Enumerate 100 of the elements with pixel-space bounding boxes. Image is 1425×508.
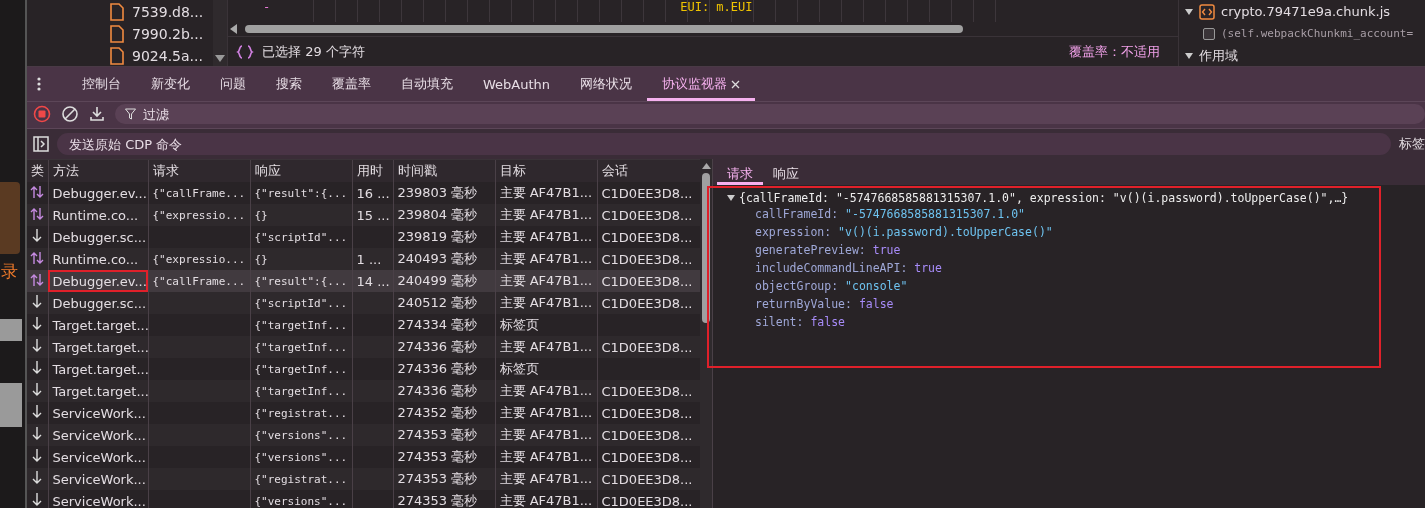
table-cell: 240512 毫秒 — [393, 292, 495, 314]
scroll-down-icon[interactable] — [215, 55, 225, 62]
table-cell: 主要 AF47B1... — [495, 248, 597, 270]
table-cell: 274353 毫秒 — [393, 468, 495, 490]
code-text: EUI: m.EUI — [680, 0, 753, 16]
table-cell: C1D0EE3D8... — [597, 468, 700, 490]
table-cell: {"registrat... — [250, 468, 352, 490]
scrollbar-thumb[interactable] — [702, 173, 710, 323]
file-icon — [110, 47, 124, 65]
scroll-left-icon[interactable] — [230, 24, 237, 34]
table-cell[interactable]: Debugger.ev... — [48, 270, 148, 292]
sidebar-panel — [0, 383, 22, 427]
close-icon[interactable] — [731, 79, 741, 89]
object-summary[interactable]: {callFrameId: "-5747668585881315307.1.0", expression: "v()(i.password).toUpperCase()",…} — [739, 191, 1349, 205]
sidebar-panel — [0, 182, 20, 254]
panel-tab[interactable]: 搜索 — [261, 67, 317, 101]
expanded-arrow-icon[interactable] — [1185, 7, 1193, 16]
section-header[interactable]: 作用域 — [1199, 46, 1238, 65]
table-cell: 主要 AF47B1... — [495, 468, 597, 490]
panel-tab[interactable]: WebAuthn — [468, 67, 566, 101]
table-cell: {"result":{... — [250, 270, 352, 292]
column-header[interactable]: 方法 — [48, 160, 148, 182]
file-name[interactable]: 7990.2b... — [132, 26, 204, 42]
table-cell[interactable]: ServiceWork... — [48, 490, 148, 508]
table-cell: {"expressio... — [148, 248, 250, 270]
file-name[interactable]: crypto.79471e9a.chunk.js — [1221, 4, 1391, 19]
expanded-arrow-icon[interactable] — [727, 194, 735, 202]
table-cell: 274353 毫秒 — [393, 424, 495, 446]
braces-icon[interactable] — [236, 43, 254, 60]
table-cell[interactable]: Debugger.sc... — [48, 292, 148, 314]
file-icon — [110, 25, 124, 43]
column-header[interactable]: 类 — [27, 160, 48, 182]
table-cell: 主要 AF47B1... — [495, 204, 597, 226]
column-header[interactable]: 会话 — [597, 160, 700, 182]
object-property: silent: false — [754, 315, 847, 331]
table-cell[interactable]: ServiceWork... — [48, 424, 148, 446]
code-text: - — [263, 0, 271, 16]
file-icon — [110, 3, 124, 21]
column-header[interactable]: 目标 — [495, 160, 597, 182]
detail-tab[interactable]: 响应 — [763, 159, 809, 185]
object-property: includeCommandLineAPI: true — [754, 261, 943, 277]
filter-icon — [125, 108, 136, 120]
table-cell: 240493 毫秒 — [393, 248, 495, 270]
stop-recording-icon[interactable] — [33, 105, 51, 123]
send-receive-icon — [30, 184, 45, 199]
table-cell: {} — [250, 204, 352, 226]
scrollbar-thumb[interactable] — [245, 25, 963, 33]
table-cell[interactable]: Runtime.co... — [48, 248, 148, 270]
table-cell: {"versions"... — [250, 424, 352, 446]
panel-tab[interactable]: 网络状况 — [565, 67, 648, 101]
column-header[interactable]: 请求 — [148, 160, 250, 182]
column-header[interactable]: 响应 — [250, 160, 352, 182]
checkbox[interactable] — [1203, 27, 1215, 40]
script-file-icon — [1199, 3, 1215, 20]
table-cell: 主要 AF47B1... — [495, 490, 597, 508]
column-header[interactable]: 用时 — [352, 160, 393, 182]
table-cell: 14 ... — [352, 270, 393, 292]
table-cell[interactable]: Runtime.co... — [48, 204, 148, 226]
table-cell: 主要 AF47B1... — [495, 292, 597, 314]
table-cell[interactable]: ServiceWork... — [48, 468, 148, 490]
table-cell: C1D0EE3D8... — [597, 248, 700, 270]
table-cell: C1D0EE3D8... — [597, 270, 700, 292]
table-cell: 主要 AF47B1... — [495, 270, 597, 292]
table-cell: C1D0EE3D8... — [597, 424, 700, 446]
object-property: callFrameId: "-5747668585881315307.1.0" — [754, 207, 1027, 223]
expanded-arrow-icon[interactable] — [1185, 51, 1193, 60]
download-icon[interactable] — [89, 106, 105, 122]
table-cell: 274336 毫秒 — [393, 380, 495, 402]
table-cell: {"versions"... — [250, 490, 352, 508]
command-field[interactable]: 发送原始 CDP 命令 — [57, 133, 1391, 155]
panel-tab[interactable]: 问题 — [205, 67, 261, 101]
panel-tab[interactable]: 控制台 — [67, 67, 136, 101]
sidebar-panel — [0, 319, 22, 341]
scroll-up-icon[interactable] — [701, 163, 711, 169]
filter-field[interactable]: 过滤 — [115, 104, 1425, 124]
table-cell: 15 ... — [352, 204, 393, 226]
sidebar-label: 录 — [0, 260, 19, 283]
table-cell: {"targetInf... — [250, 380, 352, 402]
selection-status: 已选择 29 个字符 — [262, 42, 366, 61]
table-cell: 1 ... — [352, 248, 393, 270]
table-cell[interactable]: Target.target... — [48, 380, 148, 402]
clear-icon[interactable] — [61, 105, 79, 123]
breakpoint-code: (self.webpackChunkmi_account= — [1221, 27, 1414, 40]
sidebar-toggle-icon[interactable] — [33, 136, 49, 152]
file-name[interactable]: 7539.d8... — [132, 4, 204, 20]
table-cell: C1D0EE3D8... — [597, 336, 700, 358]
object-property: returnByValue: false — [754, 297, 895, 313]
table-cell: {"expressio... — [148, 204, 250, 226]
detail-tab[interactable]: 请求 — [717, 159, 763, 185]
table-cell[interactable]: Target.target... — [48, 336, 148, 358]
table-cell: {} — [250, 248, 352, 270]
file-name[interactable]: 9024.5a... — [132, 48, 203, 64]
panel-tab[interactable]: 覆盖率 — [317, 67, 386, 101]
target-selector[interactable]: 标签 — [1399, 135, 1425, 153]
more-options-icon[interactable] — [37, 77, 41, 91]
table-cell: 239804 毫秒 — [393, 204, 495, 226]
panel-tab[interactable]: 新变化 — [136, 67, 205, 101]
panel-tab[interactable]: 自动填充 — [386, 67, 468, 101]
send-receive-icon — [30, 272, 45, 287]
column-header[interactable]: 时间戳 — [393, 160, 495, 182]
